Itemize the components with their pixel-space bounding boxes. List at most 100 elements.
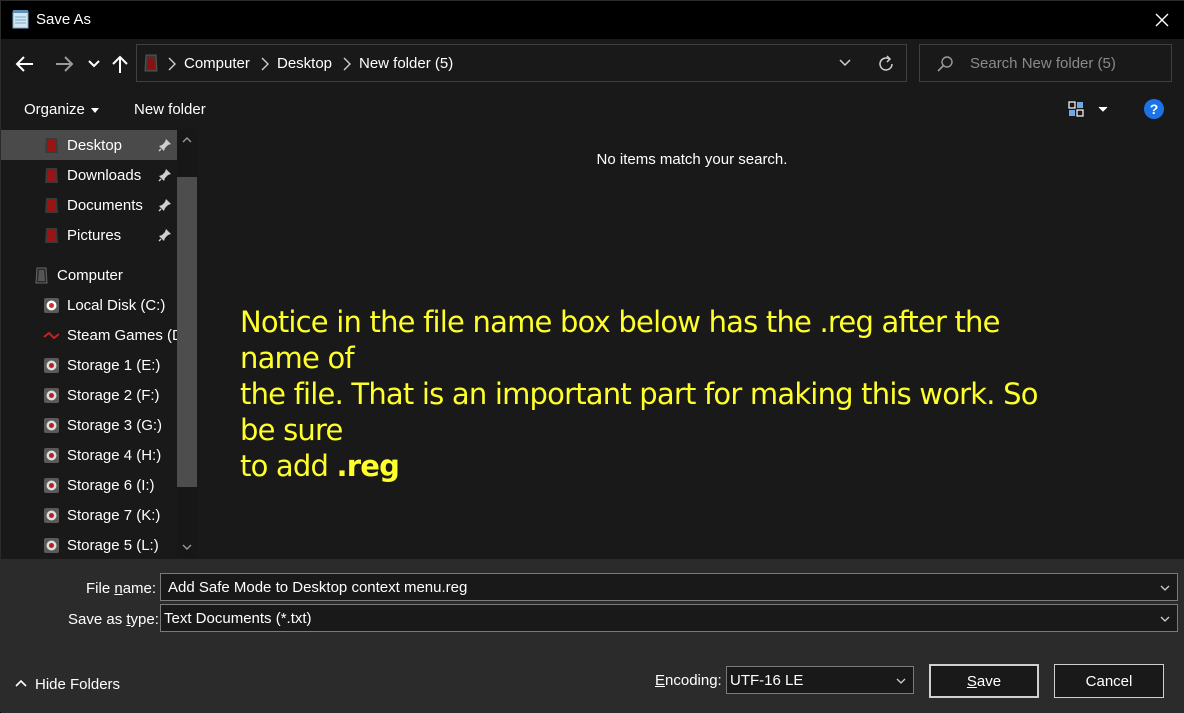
pin-icon[interactable]	[158, 198, 172, 212]
drive-icon	[44, 418, 59, 433]
scrollbar-thumb[interactable]	[177, 177, 197, 487]
sidebar-item-documents[interactable]: Documents	[1, 190, 177, 220]
save-as-dialog: Save As Computer Desktop New folder (5) …	[0, 0, 1184, 713]
chevron-right-icon	[343, 57, 351, 71]
sidebar-item-storage-4-h[interactable]: Storage 4 (H:)	[1, 440, 177, 470]
downloads-icon	[45, 168, 58, 183]
sidebar-item-desktop[interactable]: Desktop	[1, 130, 177, 160]
close-icon	[1155, 13, 1169, 27]
chevron-up-icon[interactable]	[180, 133, 194, 147]
navigation-bar: Computer Desktop New folder (5) Search N…	[1, 39, 1184, 87]
sidebar-item-computer[interactable]: Computer	[1, 260, 177, 290]
chevron-down-icon[interactable]	[180, 540, 194, 554]
chevron-right-icon	[261, 57, 269, 71]
sidebar-item-pictures[interactable]: Pictures	[1, 220, 177, 250]
savetype-value: Text Documents (*.txt)	[164, 610, 312, 627]
up-button[interactable]	[107, 51, 133, 77]
encoding-select[interactable]: UTF-16 LE	[726, 666, 914, 694]
pin-icon[interactable]	[158, 168, 172, 182]
save-label: ave	[976, 672, 1002, 690]
annotation-emphasis: .reg	[336, 449, 400, 483]
chevron-down-icon[interactable]	[1159, 582, 1171, 594]
filename-field[interactable]: Add Safe Mode to Desktop context menu.re…	[160, 573, 1178, 601]
pictures-icon	[45, 228, 58, 243]
save-button[interactable]: Save	[929, 664, 1039, 698]
window-title: Save As	[36, 11, 92, 28]
search-input[interactable]: Search New folder (5)	[970, 55, 1116, 72]
pin-icon[interactable]	[158, 228, 172, 242]
sidebar-item-storage-1-e[interactable]: Storage 1 (E:)	[1, 350, 177, 380]
sidebar-item-label: Storage 7 (K:)	[67, 507, 161, 524]
recent-locations-button[interactable]	[85, 51, 103, 77]
chevron-down-icon[interactable]	[1159, 613, 1171, 625]
breadcrumb-new-folder[interactable]: New folder (5)	[359, 55, 453, 72]
chevron-down-icon[interactable]	[895, 675, 907, 687]
view-grid-icon	[1068, 101, 1108, 117]
navigation-scrollbar[interactable]	[177, 129, 197, 559]
new-folder-button[interactable]: New folder	[134, 101, 206, 118]
drive-icon	[43, 331, 60, 340]
label-part: ype:	[130, 611, 159, 628]
label-accesskey: E	[655, 672, 666, 689]
encoding-value: UTF-16 LE	[730, 672, 804, 689]
cancel-button[interactable]: Cancel	[1054, 664, 1164, 698]
caret-down-icon	[90, 107, 99, 113]
sidebar-item-label: Storage 5 (L:)	[67, 537, 159, 554]
search-box[interactable]: Search New folder (5)	[919, 44, 1172, 82]
computer-icon	[144, 54, 158, 72]
desktop-icon	[45, 138, 58, 153]
title-bar: Save As	[1, 1, 1184, 39]
arrow-right-icon	[56, 56, 74, 72]
sidebar-item-storage-2-f[interactable]: Storage 2 (F:)	[1, 380, 177, 410]
forward-button[interactable]	[51, 51, 77, 77]
chevron-up-icon	[15, 679, 27, 687]
documents-icon	[45, 198, 58, 213]
label-part: ncoding:	[665, 672, 722, 689]
back-button[interactable]	[12, 51, 38, 77]
chevron-down-icon[interactable]	[837, 55, 853, 71]
sidebar-item-label: Storage 2 (F:)	[67, 387, 160, 404]
sidebar-item-downloads[interactable]: Downloads	[1, 160, 177, 190]
close-button[interactable]	[1139, 1, 1184, 39]
file-list-pane[interactable]: No items match your search. Notice in th…	[199, 129, 1184, 559]
label-part: File	[86, 580, 115, 597]
label-accesskey: n	[114, 580, 123, 597]
organize-button[interactable]: Organize	[24, 101, 99, 118]
pin-icon[interactable]	[158, 138, 172, 152]
sidebar-item-label: Pictures	[67, 227, 122, 244]
command-bar: Organize New folder ?	[1, 87, 1184, 129]
drive-icon	[44, 508, 59, 523]
sidebar-item-label: Storage 3 (G:)	[67, 417, 163, 434]
address-bar[interactable]: Computer Desktop New folder (5)	[136, 44, 907, 82]
sidebar-item-storage-6-i[interactable]: Storage 6 (I:)	[1, 470, 177, 500]
computer-icon	[35, 267, 48, 284]
drive-icon	[44, 538, 59, 553]
sidebar-item-label: Desktop	[67, 137, 123, 154]
sidebar-item-label: Downloads	[67, 167, 142, 184]
annotation-text: Notice in the file name box below has th…	[240, 304, 1080, 484]
sidebar-item-local-disk-c[interactable]: Local Disk (C:)	[1, 290, 177, 320]
breadcrumb-computer[interactable]: Computer	[184, 55, 250, 72]
breadcrumb-desktop[interactable]: Desktop	[277, 55, 332, 72]
sidebar-item-storage-5-l[interactable]: Storage 5 (L:)	[1, 530, 177, 559]
save-options-panel: File name: Add Safe Mode to Desktop cont…	[1, 559, 1184, 713]
sidebar-item-label: Storage 6 (I:)	[67, 477, 155, 494]
filename-value[interactable]: Add Safe Mode to Desktop context menu.re…	[168, 579, 467, 596]
change-view-button[interactable]	[1067, 99, 1113, 119]
hide-folders-button[interactable]: Hide Folders	[15, 676, 120, 693]
label-part: ame:	[122, 580, 157, 597]
help-button[interactable]: ?	[1144, 99, 1164, 119]
sidebar-item-label: Local Disk (C:)	[67, 297, 166, 314]
sidebar-item-storage-3-g[interactable]: Storage 3 (G:)	[1, 410, 177, 440]
chevron-right-icon	[168, 57, 176, 71]
annotation-line: the file. That is an important part for …	[240, 377, 1038, 447]
arrow-up-icon	[112, 55, 128, 73]
label-part: Save as	[68, 611, 127, 628]
sidebar-item-steam-games-d[interactable]: Steam Games (D	[1, 320, 183, 350]
navigation-pane: Desktop Downloads Documents Pictures Com…	[1, 129, 199, 559]
refresh-icon[interactable]	[875, 53, 897, 75]
savetype-select[interactable]: Text Documents (*.txt)	[160, 604, 1178, 632]
hide-folders-label: Hide Folders	[35, 676, 121, 693]
sidebar-item-storage-7-k[interactable]: Storage 7 (K:)	[1, 500, 177, 530]
drive-icon	[44, 478, 59, 493]
